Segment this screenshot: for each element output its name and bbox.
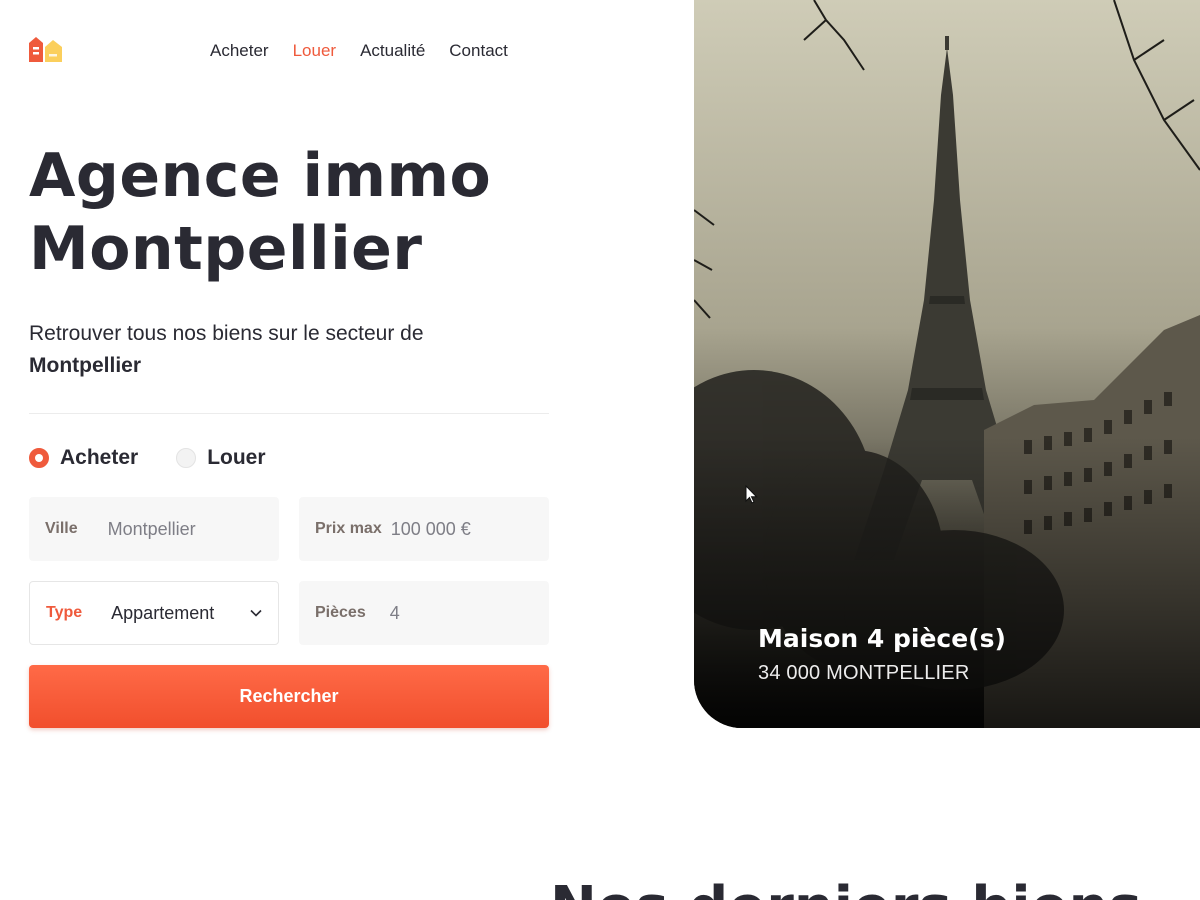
radio-acheter-label[interactable]: Acheter bbox=[60, 446, 138, 470]
city-field-value[interactable]: Montpellier bbox=[108, 519, 196, 540]
nav-acheter[interactable]: Acheter bbox=[210, 40, 269, 62]
nav-actualite[interactable]: Actualité bbox=[360, 40, 425, 62]
radio-unchecked-icon[interactable] bbox=[176, 448, 197, 468]
radio-acheter[interactable]: Acheter bbox=[29, 446, 138, 470]
main-nav: Acheter Louer Actualité Contact bbox=[210, 40, 508, 62]
property-type-select[interactable]: Type Appartement bbox=[29, 581, 279, 645]
rooms-field-value[interactable]: 4 bbox=[390, 603, 400, 624]
featured-property-title[interactable]: Maison 4 pièce(s) bbox=[758, 622, 1006, 656]
city-field[interactable]: Ville Montpellier bbox=[29, 497, 279, 561]
city-field-label: Ville bbox=[45, 520, 78, 537]
featured-property-caption: Maison 4 pièce(s) 34 000 MONTPELLIER bbox=[758, 622, 1006, 685]
page-title-line2: Montpellier bbox=[29, 214, 423, 284]
latest-properties-heading: Nos derniers biens bbox=[550, 878, 1142, 900]
property-type-label: Type bbox=[46, 604, 83, 621]
radio-louer-label[interactable]: Louer bbox=[207, 446, 265, 470]
hero-subtitle-text: Retrouver tous nos biens sur le secteur … bbox=[29, 322, 424, 345]
rooms-field-label: Pièces bbox=[315, 604, 366, 621]
hero-subtitle: Retrouver tous nos biens sur le secteur … bbox=[29, 318, 529, 382]
search-button[interactable]: Rechercher bbox=[29, 665, 549, 728]
nav-louer[interactable]: Louer bbox=[293, 40, 336, 62]
eiffel-tower-photo bbox=[694, 0, 1200, 728]
nav-contact[interactable]: Contact bbox=[449, 40, 508, 62]
transaction-type-group: Acheter Louer bbox=[29, 446, 266, 470]
max-price-field-label: Prix max bbox=[315, 520, 382, 537]
hero-subtitle-city: Montpellier bbox=[29, 354, 142, 377]
max-price-field[interactable]: Prix max 100 000 € bbox=[299, 497, 549, 561]
divider bbox=[29, 413, 549, 414]
featured-property-address: 34 000 MONTPELLIER bbox=[758, 662, 970, 684]
radio-louer[interactable]: Louer bbox=[176, 446, 266, 470]
mouse-cursor-icon bbox=[745, 485, 758, 504]
property-type-value[interactable]: Appartement bbox=[111, 603, 214, 624]
page-title: Agence immo Montpellier bbox=[29, 140, 589, 286]
max-price-field-value[interactable]: 100 000 € bbox=[391, 519, 471, 540]
page-title-line1: Agence immo bbox=[29, 141, 492, 211]
rooms-field[interactable]: Pièces 4 bbox=[299, 581, 549, 645]
featured-property-card[interactable]: Maison 4 pièce(s) 34 000 MONTPELLIER bbox=[694, 0, 1200, 728]
radio-checked-icon[interactable] bbox=[29, 448, 49, 468]
chevron-down-icon[interactable] bbox=[250, 608, 262, 618]
houses-logo-icon[interactable] bbox=[29, 36, 63, 64]
